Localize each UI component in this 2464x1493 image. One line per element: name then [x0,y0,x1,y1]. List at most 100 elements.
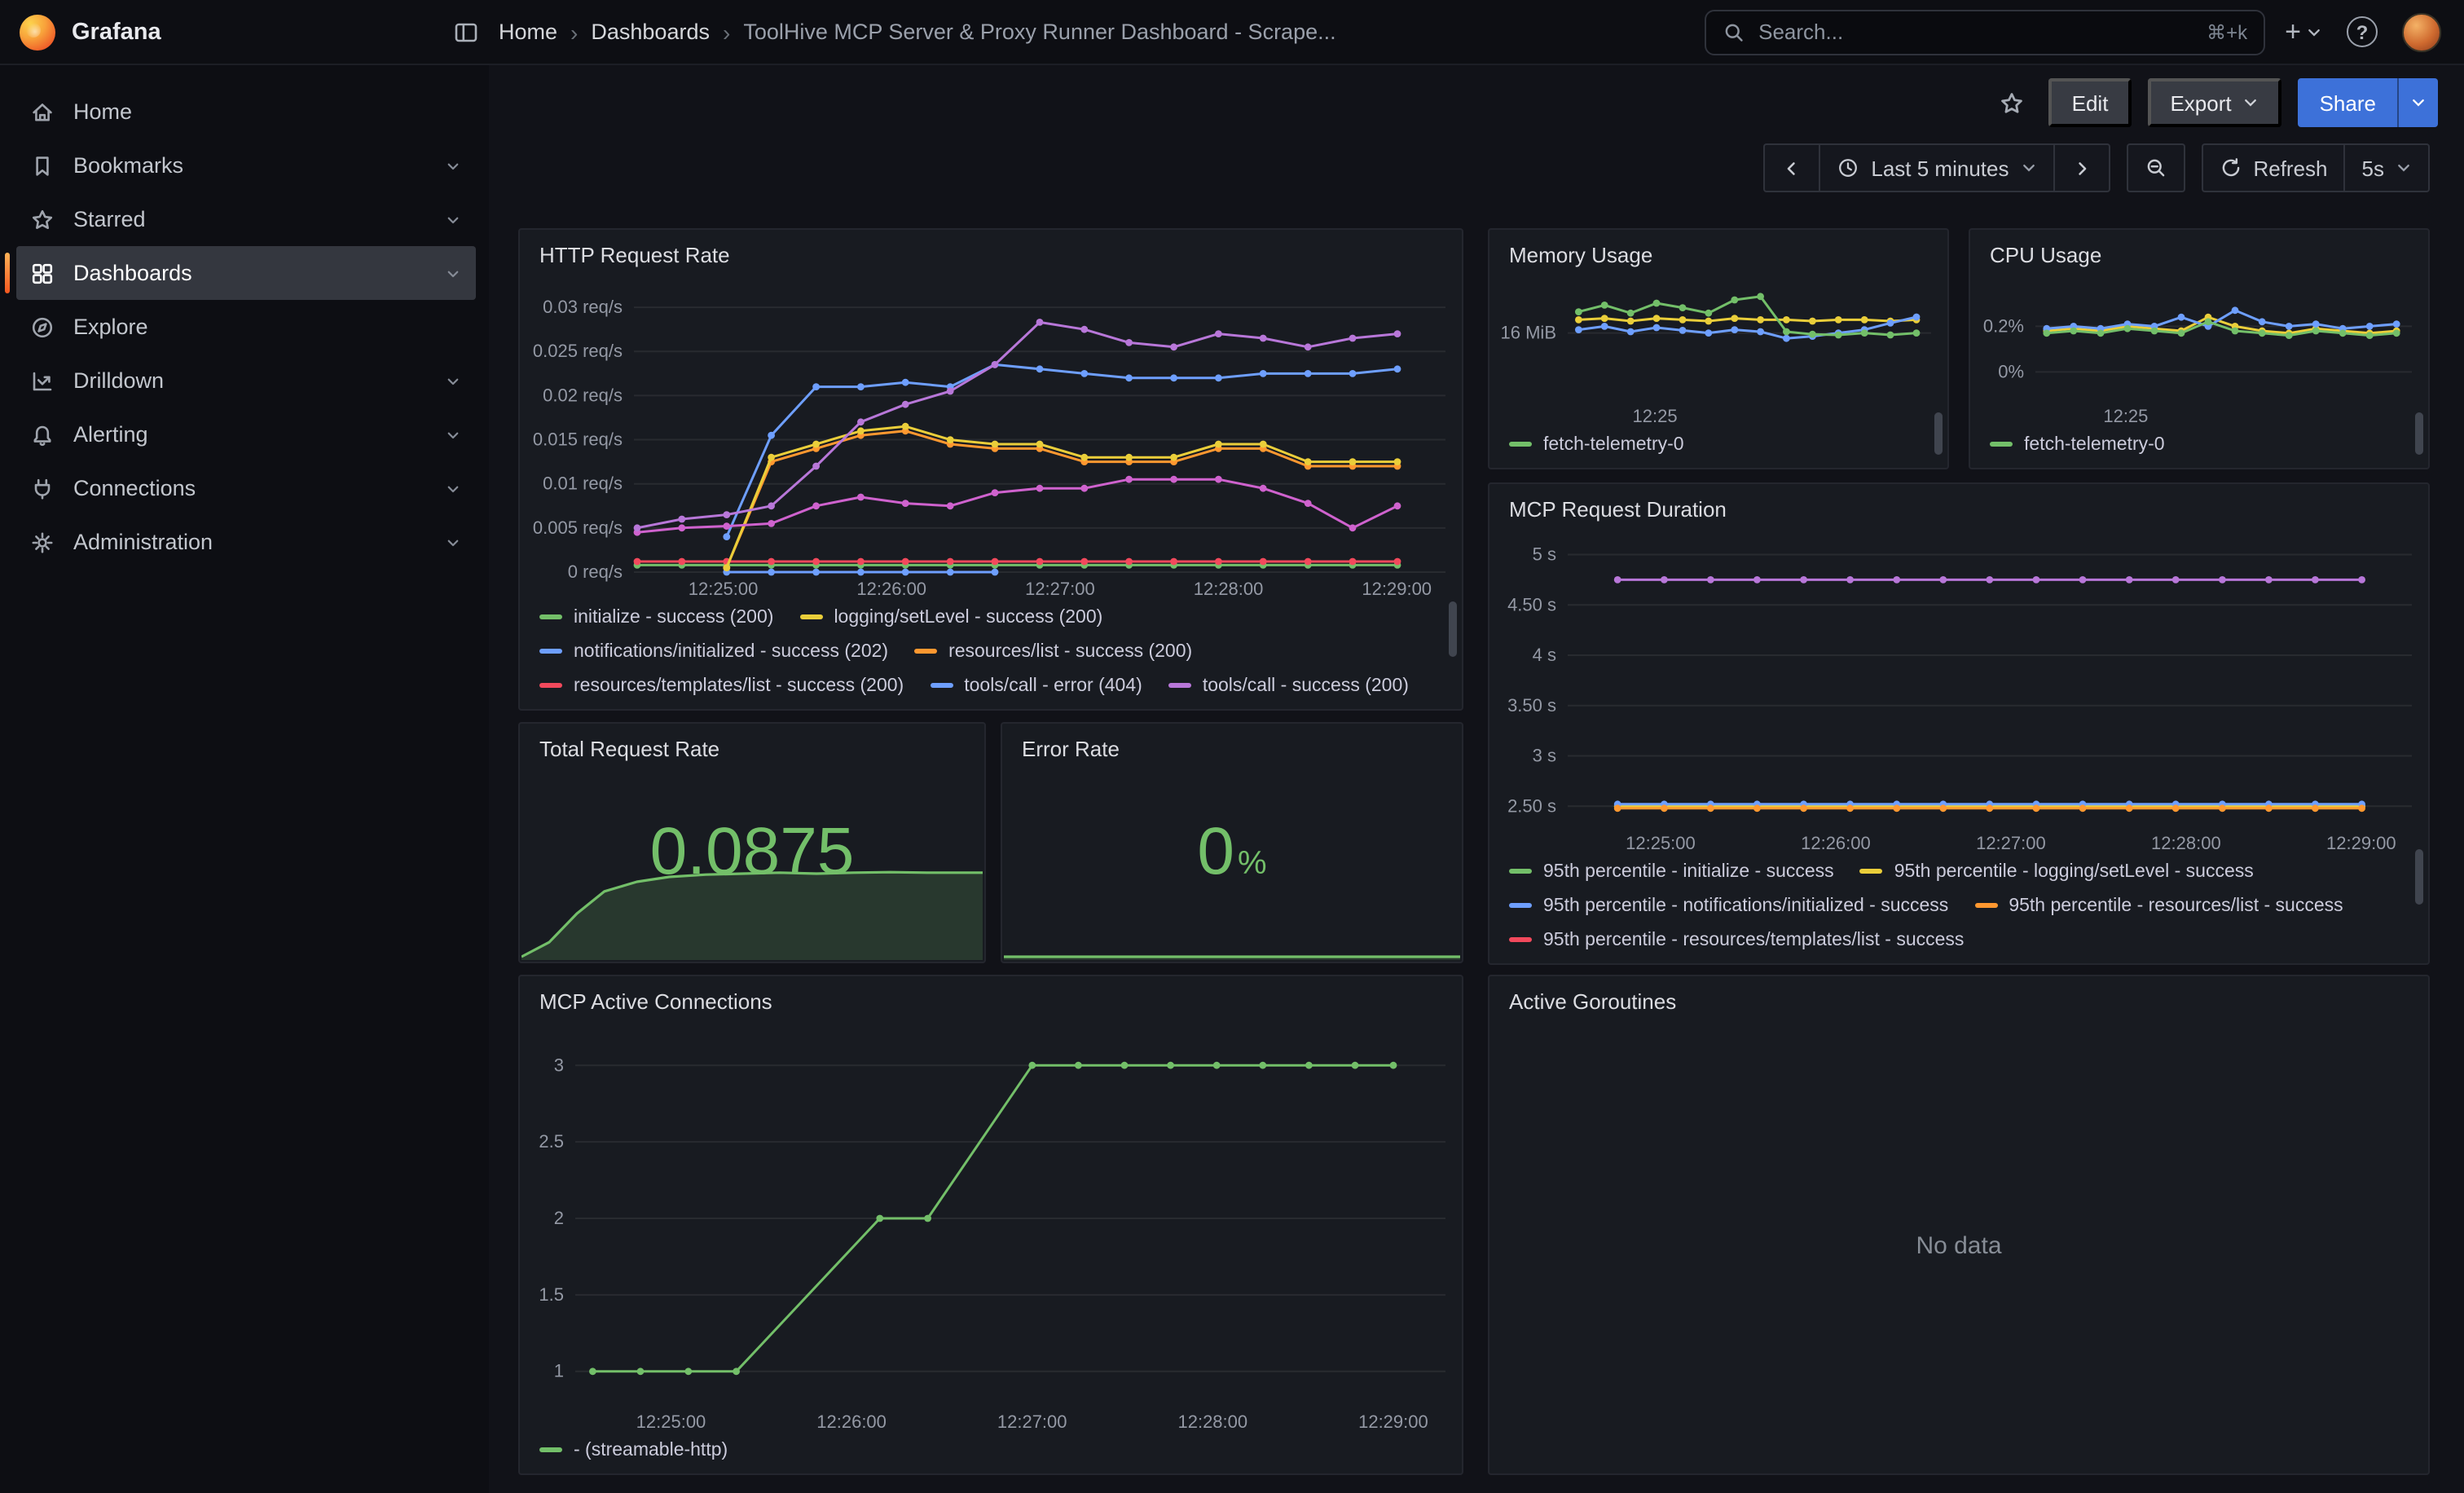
help-icon: ? [2356,20,2369,43]
legend-item[interactable]: 95th percentile - initialize - success [1509,856,1834,887]
svg-text:12:28:00: 12:28:00 [1177,1412,1247,1432]
sidebar-item-dashboards[interactable]: Dashboards [16,246,476,300]
sidebar-item-bookmarks[interactable]: Bookmarks [16,139,476,192]
panel-title[interactable]: Active Goroutines [1489,976,2428,1019]
legend-item[interactable]: 95th percentile - logging/setLevel - suc… [1860,856,2254,887]
legend-scrollbar[interactable] [1449,601,1457,657]
svg-text:1: 1 [554,1361,564,1381]
zoom-out-button[interactable] [2126,143,2185,192]
sidebar-item-alerting[interactable]: Alerting [16,407,476,461]
legend-label: resources/templates/list - success (200) [574,676,904,695]
series-color-swatch [1860,869,1883,874]
legend-label: notifications/initialized - success (202… [574,641,888,661]
legend-item[interactable]: tools/list - success (200) [539,704,775,709]
time-range-picker[interactable]: Last 5 minutes [1819,143,2053,192]
legend-item[interactable]: 95th percentile - notifications/initiali… [1509,890,1948,921]
grafana-logo-icon[interactable] [20,14,55,50]
panel-title[interactable]: MCP Active Connections [520,976,1462,1019]
panel-title[interactable]: Error Rate [1002,724,1462,766]
sidebar-item-connections[interactable]: Connections [16,461,476,515]
series-color-swatch [1509,442,1532,447]
sidebar-item-drilldown[interactable]: Drilldown [16,354,476,407]
sidebar-item-administration[interactable]: Administration [16,515,476,569]
legend-scrollbar[interactable] [2415,412,2423,455]
share-caret-button[interactable] [2397,78,2438,127]
refresh-icon [2219,156,2242,179]
refresh-interval-dropdown[interactable]: 5s [2344,143,2430,192]
panel-title[interactable]: Total Request Rate [520,724,984,766]
stat-value: 0% [1002,813,1462,890]
svg-text:3: 3 [554,1055,564,1075]
svg-text:12:28:00: 12:28:00 [1194,579,1264,599]
legend-item[interactable]: notifications/initialized - success (202… [539,636,888,667]
series-color-swatch [539,683,562,688]
breadcrumb-item[interactable]: Dashboards [591,20,710,44]
legend-item[interactable]: fetch-telemetry-0 [1509,429,1684,460]
help-button[interactable]: ? [2347,16,2378,47]
legend-label: logging/setLevel - success (200) [834,607,1102,627]
legend-item[interactable]: fetch-telemetry-0 [1990,429,2165,460]
svg-text:2.50 s: 2.50 s [1507,795,1556,816]
cpu-usage-chart[interactable]: 0.2%0%12:25 [1970,272,2428,429]
legend-item[interactable]: 95th percentile - resources/templates/li… [1509,924,1964,955]
legend-item[interactable]: resources/templates/list - success (200) [539,670,904,701]
chevron-down-icon [2396,160,2412,176]
legend-item[interactable]: tools/call - error (404) [930,670,1142,701]
export-button[interactable]: Export [2147,78,2281,127]
sidebar-item-home[interactable]: Home [16,85,476,139]
legend-item[interactable]: - (streamable-http) [539,1434,728,1465]
avatar[interactable] [2402,12,2441,51]
sidebar-toggle-icon[interactable] [453,19,479,45]
home-icon [29,99,55,125]
mcp-active-connections-chart[interactable]: 11.522.5312:25:0012:26:0012:27:0012:28:0… [520,1019,1462,1434]
legend-item[interactable]: tools/call - success (200) [1168,670,1409,701]
breadcrumb-item[interactable]: Home [499,20,557,44]
svg-text:12:27:00: 12:27:00 [1025,579,1095,599]
main-content: Edit Export Share Last 5 minutes [489,65,2464,1493]
svg-text:12:27:00: 12:27:00 [1976,833,2046,853]
series-color-swatch [930,683,953,688]
mcp-request-duration-chart[interactable]: 2.50 s3 s3.50 s4 s4.50 s5 s12:25:0012:26… [1489,526,2428,856]
legend-item[interactable]: logging/setLevel - success (200) [799,601,1102,632]
svg-text:12:26:00: 12:26:00 [1801,833,1871,853]
refresh-button[interactable]: Refresh [2201,143,2343,192]
time-toolbar: Last 5 minutes Refresh 5s [489,140,2464,196]
breadcrumb-item[interactable]: ToolHive MCP Server & Proxy Runner Dashb… [743,20,1335,44]
series-color-swatch [539,614,562,619]
time-forward-button[interactable] [2053,143,2110,192]
drilldown-icon [29,368,55,394]
svg-text:12:25:00: 12:25:00 [636,1412,706,1432]
legend-item[interactable]: initialize - success (200) [539,601,773,632]
legend-label: 95th percentile - resources/list - succe… [2009,896,2343,915]
add-menu-button[interactable]: + [2285,18,2322,46]
breadcrumb-separator: › [723,19,730,45]
sidebar-item-explore[interactable]: Explore [16,300,476,354]
legend-item[interactable]: resources/list - success (200) [914,636,1192,667]
legend-item[interactable]: 95th percentile - resources/list - succe… [1974,890,2343,921]
favorite-star-button[interactable] [1992,82,2033,123]
edit-button[interactable]: Edit [2049,78,2132,127]
http-request-rate-chart[interactable]: 0 req/s0.005 req/s0.01 req/s0.015 req/s0… [520,272,1462,601]
legend-scrollbar[interactable] [1934,412,1943,455]
panel-title[interactable]: CPU Usage [1970,230,2428,272]
series-color-swatch [1168,683,1191,688]
memory-usage-chart[interactable]: 16 MiB12:25 [1489,272,1947,429]
top-bar: Grafana Home›Dashboards›ToolHive MCP Ser… [0,0,2464,65]
legend-item[interactable]: unknown - success (200) [801,704,1044,709]
svg-text:12:28:00: 12:28:00 [2151,833,2221,853]
dashboard-toolbar: Edit Export Share [489,65,2464,140]
panel-title[interactable]: Memory Usage [1489,230,1947,272]
share-button[interactable]: Share [2299,78,2397,127]
time-back-button[interactable] [1763,143,1819,192]
brand-zone: Grafana [20,14,479,50]
panel-title[interactable]: HTTP Request Rate [520,230,1462,272]
panel-title[interactable]: MCP Request Duration [1489,484,2428,526]
sidebar-item-starred[interactable]: Starred [16,192,476,246]
sidebar-item-label: Home [73,99,132,124]
series-color-swatch [1509,937,1532,942]
sidebar-item-label: Drilldown [73,368,164,393]
svg-text:12:25:00: 12:25:00 [689,579,759,599]
memory-legend: fetch-telemetry-0 [1489,429,1947,468]
legend-scrollbar[interactable] [2415,849,2423,905]
search-input[interactable]: Search... ⌘+k [1705,9,2265,55]
